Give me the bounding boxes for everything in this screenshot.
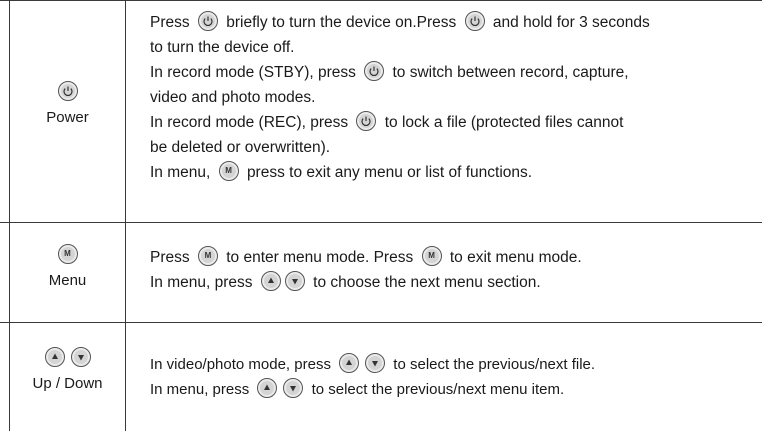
down-arrow-icon xyxy=(283,378,304,399)
down-arrow-icon xyxy=(70,347,91,367)
text-line: Press briefly to turn the device on.Pres… xyxy=(150,10,750,35)
power-icon xyxy=(356,110,377,131)
menu-m-icon: M xyxy=(57,244,78,264)
power-label-cell: Power xyxy=(10,81,125,127)
down-arrow-icon xyxy=(365,353,386,374)
menu-label: Menu xyxy=(48,272,87,289)
text-line: In video/photo mode, press to select the… xyxy=(150,352,750,377)
up-down-description: In video/photo mode, press to select the… xyxy=(150,352,750,402)
down-arrow-icon xyxy=(284,270,305,291)
up-down-label: Up / Down xyxy=(32,375,103,392)
menu-label-cell: M Menu xyxy=(10,244,125,290)
power-label: Power xyxy=(46,109,89,126)
up-arrow-icon xyxy=(257,378,278,399)
menu-description: Press M to enter menu mode. Press M to e… xyxy=(150,245,750,295)
text-line: video and photo modes. xyxy=(150,89,316,106)
text-line: In menu, press to choose the next menu s… xyxy=(150,270,750,295)
up-arrow-icon xyxy=(260,270,281,291)
text-line: In record mode (REC), press to lock a fi… xyxy=(150,110,750,135)
menu-m-icon: M xyxy=(421,245,442,266)
up-arrow-icon xyxy=(44,347,65,367)
menu-m-icon: M xyxy=(197,245,218,266)
controls-table: Power Press briefly to turn the device o… xyxy=(0,0,762,431)
up-down-label-cell: Up / Down xyxy=(10,347,125,393)
text-line: be deleted or overwritten). xyxy=(150,139,331,156)
text-line: Press M to enter menu mode. Press M to e… xyxy=(150,245,750,270)
up-arrow-icon xyxy=(339,353,360,374)
text-line: In menu, press to select the previous/ne… xyxy=(150,377,750,402)
power-icon xyxy=(57,81,78,101)
power-icon xyxy=(464,10,485,31)
text-line: In record mode (STBY), press to switch b… xyxy=(150,60,750,85)
power-icon xyxy=(364,60,385,81)
text-line: to turn the device off. xyxy=(150,39,295,56)
power-description: Press briefly to turn the device on.Pres… xyxy=(150,10,750,185)
text-line: In menu, M press to exit any menu or lis… xyxy=(150,160,750,185)
power-icon xyxy=(197,10,218,31)
menu-m-icon: M xyxy=(218,160,239,181)
